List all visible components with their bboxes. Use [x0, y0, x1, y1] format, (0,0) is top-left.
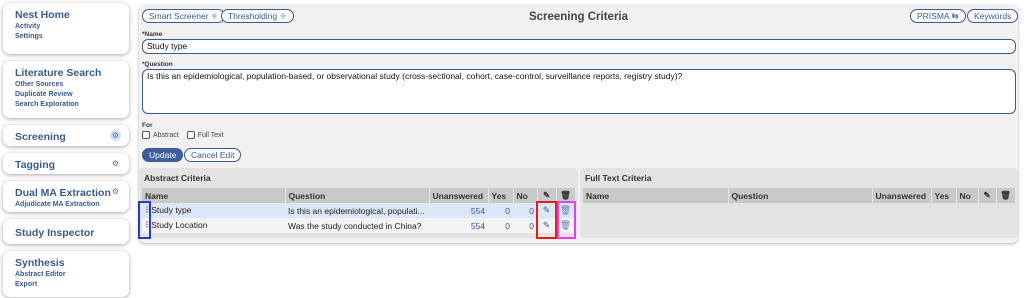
abstract-criteria-panel: Abstract Criteria Name Question Unanswer…: [139, 168, 578, 238]
row-yes[interactable]: 0: [488, 203, 513, 218]
abstract-checkbox[interactable]: [142, 131, 150, 139]
sidebar-link-settings[interactable]: Settings: [15, 33, 121, 42]
trash-icon[interactable]: 🗑: [560, 220, 571, 230]
sidebar-item-synthesis[interactable]: Synthesis: [15, 257, 121, 269]
sidebar-link-adjudicate-ma-extraction[interactable]: Adjudicate MA Extraction: [15, 201, 121, 210]
row-unanswered[interactable]: 554: [429, 218, 488, 233]
abstract-checkbox-label: Abstract: [153, 131, 179, 139]
column-header-question[interactable]: Question: [285, 188, 430, 203]
for-label: For: [142, 122, 153, 129]
row-no[interactable]: 0: [513, 203, 537, 218]
row-name-cell: ⠿Study Location: [142, 218, 285, 233]
sidebar-item-literature-search[interactable]: Literature Search: [15, 67, 121, 79]
app-root: Nest Home Activity Settings Literature S…: [0, 0, 1024, 298]
sidebar-card-synthesis[interactable]: Synthesis Abstract Editor Export: [3, 251, 129, 297]
column-header-name[interactable]: Name: [142, 188, 286, 203]
full-text-criteria-panel: Full Text Criteria Name Question Unanswe…: [580, 168, 1018, 238]
row-yes[interactable]: 0: [488, 218, 513, 233]
sidebar-item-dual-ma-extraction[interactable]: Dual MA Extraction: [15, 187, 121, 199]
sidebar-item-screening[interactable]: Screening: [15, 131, 121, 143]
trash-icon: 🗑: [556, 188, 576, 203]
sidebar-link-activity[interactable]: Activity: [15, 23, 121, 32]
gear-icon[interactable]: ⚙: [110, 130, 121, 141]
sidebar-link-search-exploration[interactable]: Search Exploration: [15, 101, 121, 110]
diagram-icon: ⇆: [951, 11, 959, 21]
sidebar: Nest Home Activity Settings Literature S…: [3, 3, 129, 298]
abstract-criteria-table: Name Question Unanswered Yes No ✎ 🗑 ⠿Stu…: [142, 188, 576, 233]
table-header: Name Question Unanswered Yes No ✎ 🗑: [583, 188, 1016, 203]
column-header-no[interactable]: No: [513, 188, 538, 203]
row-name: Study Location: [151, 220, 208, 230]
row-unanswered[interactable]: 554: [429, 203, 488, 218]
sidebar-link-abstract-editor[interactable]: Abstract Editor: [15, 271, 121, 280]
sidebar-link-duplicate-review[interactable]: Duplicate Review: [15, 91, 121, 100]
pencil-icon: ✎: [978, 188, 997, 203]
edit-cell: ✎: [537, 203, 556, 218]
prisma-label: PRISMA: [917, 11, 950, 21]
sidebar-item-tagging[interactable]: Tagging: [15, 159, 121, 171]
trash-icon[interactable]: 🗑: [560, 205, 571, 215]
keywords-label: Keywords: [974, 11, 1012, 21]
screening-criteria-panel: Smart Screener ✧ Thresholding ✧ Screenin…: [139, 5, 1019, 243]
edit-cell: ✎: [537, 218, 556, 233]
for-checkboxes: Abstract Full Text: [142, 131, 224, 139]
question-label: *Question: [142, 61, 173, 68]
gear-icon[interactable]: ⚙: [110, 186, 121, 197]
pencil-icon: ✎: [537, 188, 557, 203]
full-text-checkbox[interactable]: [186, 131, 195, 139]
full-text-checkbox-label: Full Text: [197, 131, 224, 139]
keywords-button[interactable]: Keywords: [967, 9, 1019, 23]
delete-cell: 🗑: [556, 203, 575, 218]
column-header-no[interactable]: No: [956, 188, 979, 203]
column-header-name[interactable]: Name: [583, 188, 729, 203]
sidebar-card-nest-home[interactable]: Nest Home Activity Settings: [3, 3, 129, 54]
sidebar-card-literature-search[interactable]: Literature Search Other Sources Duplicat…: [3, 61, 129, 118]
row-name: Study type: [151, 205, 192, 215]
row-question: Is this an epidemiological, populati...: [285, 203, 429, 218]
sidebar-item-study-inspector[interactable]: Study Inspector: [15, 227, 121, 239]
toolbar: Smart Screener ✧ Thresholding ✧ Screenin…: [139, 5, 1019, 25]
question-field[interactable]: Is this an epidemiological, population-b…: [142, 69, 1016, 114]
full-text-criteria-title: Full Text Criteria: [585, 173, 652, 183]
column-header-unanswered[interactable]: Unanswered: [872, 188, 932, 203]
name-field[interactable]: Study type: [142, 39, 1016, 54]
row-no[interactable]: 0: [513, 218, 537, 233]
sidebar-item-nest-home[interactable]: Nest Home: [15, 9, 121, 21]
pencil-icon[interactable]: ✎: [543, 205, 551, 215]
column-header-yes[interactable]: Yes: [488, 188, 514, 203]
sidebar-card-study-inspector[interactable]: Study Inspector: [3, 219, 129, 244]
column-header-unanswered[interactable]: Unanswered: [429, 188, 489, 203]
page-title: Screening Criteria: [528, 11, 629, 23]
row-question: Was the study conducted in China?: [285, 218, 429, 233]
sidebar-link-export[interactable]: Export: [15, 281, 121, 290]
name-label: *Name: [142, 31, 163, 38]
sidebar-card-tagging[interactable]: Tagging ⚙: [3, 153, 129, 174]
update-button[interactable]: Update: [142, 148, 184, 162]
delete-cell: 🗑: [556, 218, 575, 233]
full-text-criteria-table: Name Question Unanswered Yes No ✎ 🗑: [583, 188, 1016, 203]
prisma-button[interactable]: PRISMA ⇆: [910, 9, 966, 23]
row-name-cell: ⠿Study type: [142, 203, 285, 218]
sidebar-card-screening[interactable]: Screening ⚙: [3, 125, 129, 146]
sidebar-card-dual-ma-extraction[interactable]: Dual MA Extraction Adjudicate MA Extract…: [3, 181, 129, 212]
table-row[interactable]: ⠿Study Location Was the study conducted …: [142, 218, 575, 233]
trash-icon: 🗑: [996, 188, 1016, 203]
table-row[interactable]: ⠿Study type Is this an epidemiological, …: [142, 203, 575, 218]
cancel-edit-button[interactable]: Cancel Edit: [184, 148, 242, 162]
column-header-question[interactable]: Question: [728, 188, 873, 203]
table-header: Name Question Unanswered Yes No ✎ 🗑: [142, 188, 576, 203]
column-header-yes[interactable]: Yes: [931, 188, 957, 203]
gear-icon[interactable]: ⚙: [110, 158, 121, 169]
abstract-criteria-title: Abstract Criteria: [144, 173, 211, 183]
pencil-icon[interactable]: ✎: [543, 220, 551, 230]
sidebar-link-other-sources[interactable]: Other Sources: [15, 81, 121, 90]
